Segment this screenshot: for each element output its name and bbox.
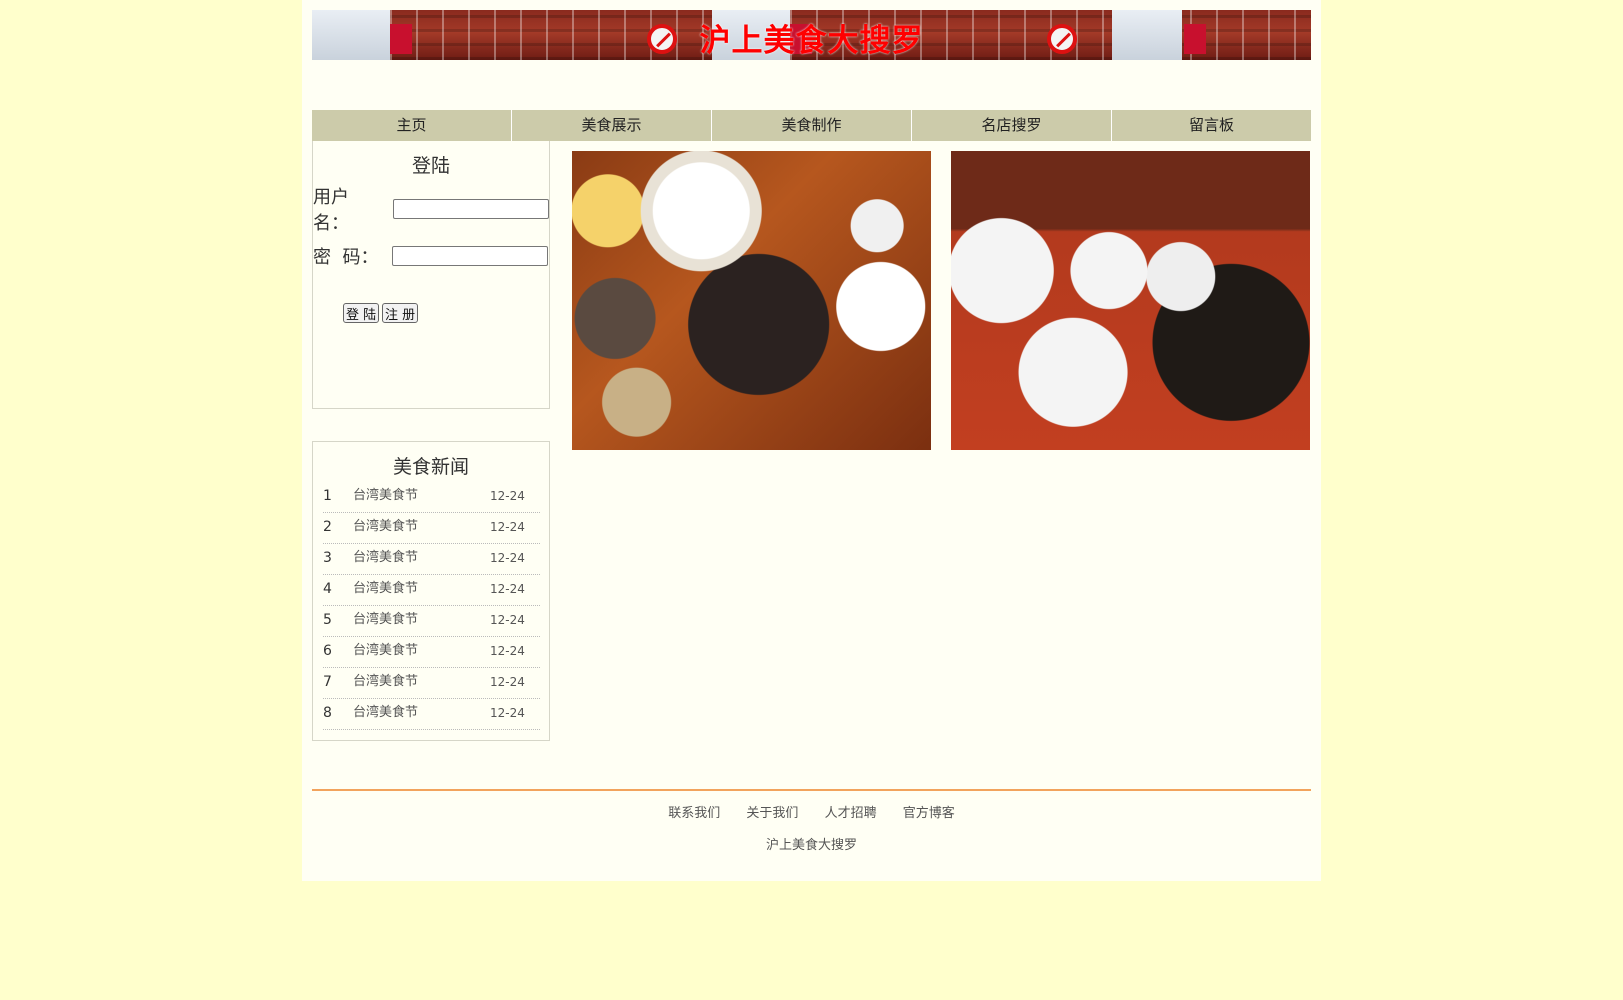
news-link[interactable]: 台湾美食节 [353,606,418,634]
nav-item-food-showcase[interactable]: 美食展示 [512,110,712,141]
register-button[interactable]: 注 册 [382,303,419,323]
list-item[interactable]: 4 台湾美食节 12-24 [323,575,540,606]
header-banner: 沪上美食大搜罗 [312,10,1311,60]
login-button[interactable]: 登 陆 [343,303,380,323]
list-item[interactable]: 7 台湾美食节 12-24 [323,668,540,699]
password-input[interactable] [392,246,549,266]
footer-links: 联系我们 关于我们 人才招聘 官方博客 [302,802,1321,821]
news-link[interactable]: 台湾美食节 [353,482,418,510]
news-number: 4 [323,581,332,597]
news-link[interactable]: 台湾美食节 [353,575,418,603]
news-title: 美食新闻 [392,456,469,478]
news-date: 12-24 [490,520,525,534]
footer-link-careers[interactable]: 人才招聘 [825,806,877,821]
food-image-western-set[interactable] [572,151,931,450]
list-item[interactable]: 8 台湾美食节 12-24 [323,699,540,730]
news-number: 8 [323,705,332,721]
news-link[interactable]: 台湾美食节 [353,668,418,696]
news-number: 3 [323,550,332,566]
news-number: 1 [323,488,332,504]
password-row: 密 码： [313,243,549,269]
list-item[interactable]: 6 台湾美食节 12-24 [323,637,540,668]
list-item[interactable]: 2 台湾美食节 12-24 [323,513,540,544]
list-item[interactable]: 3 台湾美食节 12-24 [323,544,540,575]
news-link[interactable]: 台湾美食节 [353,699,418,727]
list-item[interactable]: 1 台湾美食节 12-24 [323,482,540,513]
footer-link-blog[interactable]: 官方博客 [903,806,955,821]
main-nav: 主页 美食展示 美食制作 名店搜罗 留言板 [312,110,1311,141]
news-date: 12-24 [490,489,525,503]
username-label: 用户名： [313,187,349,234]
footer-link-contact[interactable]: 联系我们 [668,806,720,821]
news-date: 12-24 [490,613,525,627]
footer-copyright: 沪上美食大搜罗 [765,838,857,853]
page-container: 沪上美食大搜罗 主页 美食展示 美食制作 名店搜罗 留言板 登陆 用户名： 密 … [302,0,1321,881]
login-title: 登陆 [411,155,450,177]
news-date: 12-24 [490,644,525,658]
news-number: 5 [323,612,332,628]
news-link[interactable]: 台湾美食节 [353,637,418,665]
list-item[interactable]: 5 台湾美食节 12-24 [323,606,540,637]
news-date: 12-24 [490,706,525,720]
nav-item-famous-shops[interactable]: 名店搜罗 [912,110,1112,141]
food-news-panel: 美食新闻 1 台湾美食节 12-24 2 台湾美食节 12-24 3 台湾美食节… [312,441,550,741]
news-list: 1 台湾美食节 12-24 2 台湾美食节 12-24 3 台湾美食节 12-2… [323,482,540,730]
news-link[interactable]: 台湾美食节 [353,544,418,572]
username-input[interactable] [393,199,549,219]
nav-item-home[interactable]: 主页 [312,110,512,141]
news-date: 12-24 [490,551,525,565]
footer-link-about[interactable]: 关于我们 [746,806,798,821]
password-label: 密 码： [313,247,379,268]
news-number: 6 [323,643,332,659]
footer-divider [312,789,1311,791]
login-panel: 登陆 用户名： 密 码： 登 陆 注 册 [312,141,550,409]
nav-item-message-board[interactable]: 留言板 [1112,110,1311,141]
news-number: 2 [323,519,332,535]
news-number: 7 [323,674,332,690]
nav-item-food-making[interactable]: 美食制作 [712,110,912,141]
food-image-banquet-platter[interactable] [951,151,1310,450]
news-link[interactable]: 台湾美食节 [353,513,418,541]
news-date: 12-24 [490,582,525,596]
site-title: 沪上美食大搜罗 [699,23,924,59]
username-row: 用户名： [313,183,549,235]
news-date: 12-24 [490,675,525,689]
